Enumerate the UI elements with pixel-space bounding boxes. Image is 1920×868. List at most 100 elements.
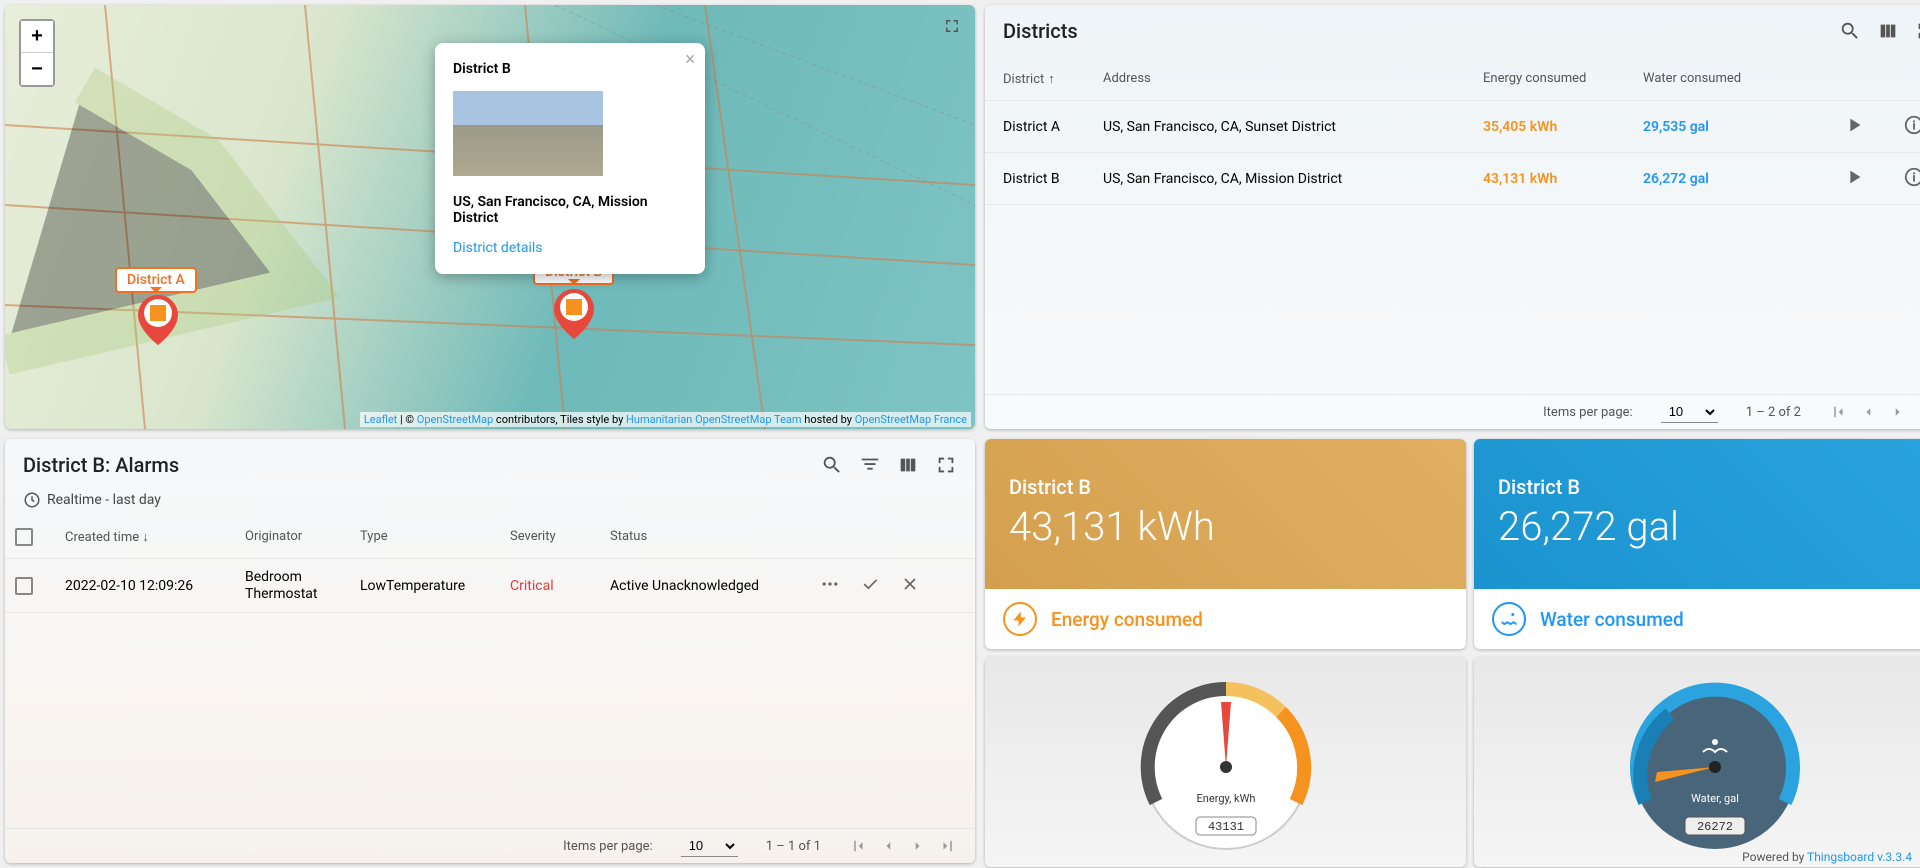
play-icon[interactable] <box>1843 166 1865 188</box>
items-per-page-label: Items per page: <box>563 839 653 854</box>
osmfr-link[interactable]: OpenStreetMap France <box>855 413 967 426</box>
col-created[interactable]: Created time ↓ <box>65 529 245 545</box>
thingsboard-link[interactable]: Thingsboard v.3.3.4 <box>1807 850 1912 864</box>
sort-desc-icon: ↓ <box>142 530 149 545</box>
search-icon[interactable] <box>1839 20 1861 42</box>
map-zoom-control: + − <box>19 19 55 87</box>
row-checkbox[interactable] <box>15 577 33 595</box>
districts-widget: Districts District↑ Address Energy consu… <box>985 5 1920 429</box>
cell-status: Active Unacknowledged <box>610 578 820 594</box>
alarms-subtitle: Realtime - last day <box>47 492 161 508</box>
water-value: 26,272 gal <box>1498 503 1920 550</box>
fullscreen-icon[interactable] <box>935 454 957 476</box>
page-size-select[interactable]: 10 <box>681 835 738 857</box>
zoom-out-button[interactable]: − <box>21 53 53 85</box>
leaflet-link[interactable]: Leaflet <box>364 413 397 426</box>
bolt-icon <box>1003 602 1037 636</box>
cell-energy: 43,131 kWh <box>1483 171 1643 187</box>
energy-value: 43,131 kWh <box>1009 503 1442 550</box>
fullscreen-icon[interactable] <box>943 17 961 35</box>
energy-consumed-card: District B 43,131 kWh Energy consumed <box>985 439 1466 649</box>
page-size-select[interactable]: 10 <box>1661 401 1718 423</box>
map-popup: × District B US, San Francisco, CA, Miss… <box>435 43 705 274</box>
col-type[interactable]: Type <box>360 529 510 544</box>
zoom-in-button[interactable]: + <box>21 21 53 53</box>
prev-page-icon[interactable] <box>879 837 897 855</box>
water-consumed-card: District B 26,272 gal Water consumed <box>1474 439 1920 649</box>
map-widget: + − District A District B × District B U… <box>5 5 975 429</box>
col-originator[interactable]: Originator <box>245 529 360 544</box>
cell-energy: 35,405 kWh <box>1483 119 1643 135</box>
alarm-row[interactable]: 2022-02-10 12:09:26 Bedroom Thermostat L… <box>5 559 975 613</box>
energy-district: District B <box>1009 475 1442 499</box>
water-label: Water consumed <box>1540 608 1684 631</box>
sort-asc-icon: ↑ <box>1048 72 1055 87</box>
district-details-link[interactable]: District details <box>453 240 687 256</box>
clear-icon[interactable] <box>900 574 920 594</box>
col-severity[interactable]: Severity <box>510 529 610 544</box>
marker-district-b[interactable] <box>553 289 595 339</box>
col-district[interactable]: District↑ <box>1003 71 1103 87</box>
svg-text:Energy, kWh: Energy, kWh <box>1196 792 1255 805</box>
col-address[interactable]: Address <box>1103 71 1483 86</box>
footer: Powered by Thingsboard v.3.3.4 <box>1742 850 1912 864</box>
cell-severity: Critical <box>510 578 610 594</box>
first-page-icon[interactable] <box>849 837 867 855</box>
cell-created: 2022-02-10 12:09:26 <box>65 578 245 594</box>
water-gauge: Water, gal 26272 <box>1615 672 1815 852</box>
cell-name: District A <box>1003 119 1103 135</box>
water-gauge-card: Water, gal 26272 <box>1474 657 1920 867</box>
ack-icon[interactable] <box>860 574 880 594</box>
svg-text:26272: 26272 <box>1696 820 1732 834</box>
marker-district-a[interactable] <box>137 295 179 345</box>
cell-name: District B <box>1003 171 1103 187</box>
columns-icon[interactable] <box>897 454 919 476</box>
districts-title: Districts <box>1003 19 1839 43</box>
columns-icon[interactable] <box>1877 20 1899 42</box>
cell-water: 29,535 gal <box>1643 119 1843 135</box>
items-per-page-label: Items per page: <box>1543 405 1633 420</box>
districts-paginator: Items per page: 10 1 – 2 of 2 <box>985 394 1920 429</box>
filter-icon[interactable] <box>859 454 881 476</box>
popup-image <box>453 91 603 176</box>
cell-address: US, San Francisco, CA, Mission District <box>1103 171 1483 187</box>
marker-label-a[interactable]: District A <box>115 267 197 293</box>
alarms-title: District B: Alarms <box>23 453 821 477</box>
cell-address: US, San Francisco, CA, Sunset District <box>1103 119 1483 135</box>
cell-originator: Bedroom Thermostat <box>245 569 360 603</box>
svg-text:43131: 43131 <box>1207 820 1243 834</box>
play-icon[interactable] <box>1843 114 1865 136</box>
energy-gauge-card: Energy, kWh 43131 <box>985 657 1466 867</box>
info-icon[interactable] <box>1903 114 1920 136</box>
select-all-checkbox[interactable] <box>15 528 33 546</box>
prev-page-icon[interactable] <box>1859 403 1877 421</box>
first-page-icon[interactable] <box>1829 403 1847 421</box>
popup-address: US, San Francisco, CA, Mission District <box>453 194 687 226</box>
consumption-panel: District B 43,131 kWh Energy consumed Di… <box>985 439 1920 863</box>
cell-type: LowTemperature <box>360 578 510 594</box>
col-energy[interactable]: Energy consumed <box>1483 71 1643 86</box>
next-page-icon[interactable] <box>1889 403 1907 421</box>
table-row[interactable]: District B US, San Francisco, CA, Missio… <box>985 153 1920 205</box>
districts-table: District↑ Address Energy consumed Water … <box>985 57 1920 205</box>
popup-title: District B <box>453 61 687 77</box>
table-row[interactable]: District A US, San Francisco, CA, Sunset… <box>985 101 1920 153</box>
more-icon[interactable] <box>820 574 840 594</box>
cell-water: 26,272 gal <box>1643 171 1843 187</box>
energy-gauge: Energy, kWh 43131 <box>1126 672 1326 852</box>
svg-text:Water, gal: Water, gal <box>1691 792 1739 805</box>
info-icon[interactable] <box>1903 166 1920 188</box>
search-icon[interactable] <box>821 454 843 476</box>
clock-icon <box>23 491 41 509</box>
fullscreen-icon[interactable] <box>1915 20 1920 42</box>
alarms-widget: District B: Alarms Realtime - last day C… <box>5 439 975 863</box>
next-page-icon[interactable] <box>909 837 927 855</box>
hot-link[interactable]: Humanitarian OpenStreetMap Team <box>626 413 802 426</box>
col-status[interactable]: Status <box>610 529 820 544</box>
last-page-icon[interactable] <box>939 837 957 855</box>
swimmer-icon <box>1492 602 1526 636</box>
osm-link[interactable]: OpenStreetMap <box>417 413 493 426</box>
page-range: 1 – 2 of 2 <box>1746 405 1801 420</box>
col-water[interactable]: Water consumed <box>1643 71 1843 86</box>
close-icon[interactable]: × <box>685 49 695 70</box>
